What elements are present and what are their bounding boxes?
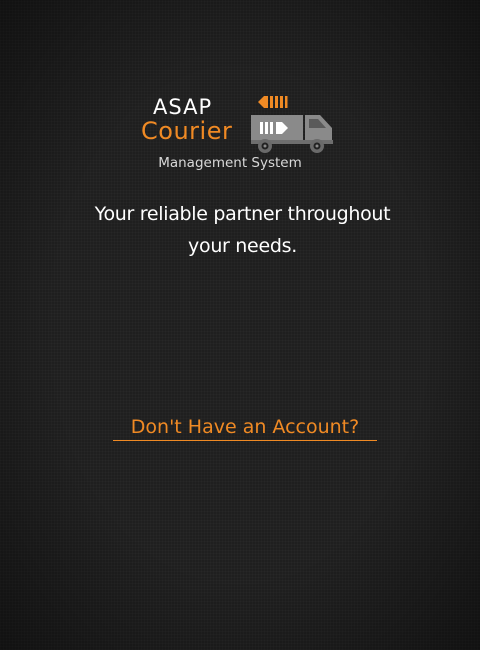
speed-arrow-icon: [258, 96, 288, 108]
tagline-line-1: Your reliable partner throughout: [94, 203, 391, 225]
splash-screen: ASAP Courier Management System Your reli…: [0, 0, 480, 650]
no-account-signup-link[interactable]: Don't Have an Account?: [113, 413, 377, 441]
logo-word-courier: Courier: [141, 117, 233, 145]
courier-truck-icon: [251, 96, 333, 153]
logo-subtitle: Management System: [158, 155, 302, 171]
tagline: Your reliable partner throughout your ne…: [90, 198, 395, 262]
app-logo: ASAP Courier: [140, 94, 340, 160]
tagline-line-2: your needs.: [188, 235, 297, 257]
